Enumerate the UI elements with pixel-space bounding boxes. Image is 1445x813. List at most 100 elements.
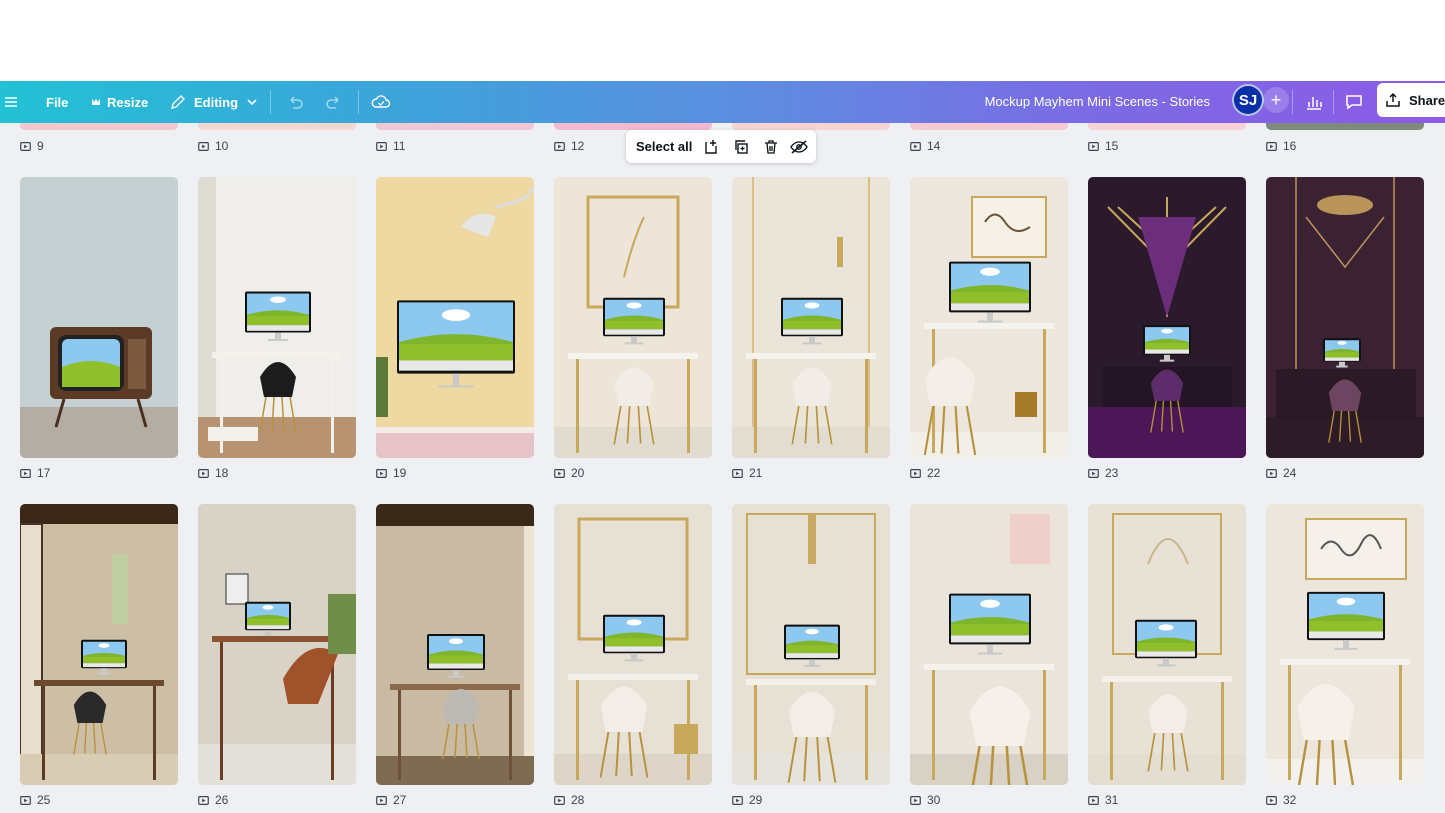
page-thumbnail[interactable] (1266, 504, 1424, 785)
page-thumbnail-edge[interactable] (1088, 123, 1246, 130)
page-number: 16 (1283, 139, 1297, 153)
page-number-label: 18 (198, 466, 228, 480)
scene-illustration (20, 177, 178, 458)
page-thumbnail[interactable] (376, 504, 534, 785)
page-thumbnail[interactable] (554, 177, 712, 458)
page-number: 12 (571, 139, 585, 153)
page-presenter-icon (20, 141, 31, 151)
scene-illustration (198, 177, 356, 458)
page-thumbnail-edge[interactable] (732, 123, 890, 130)
page-presenter-icon (554, 795, 565, 805)
page-number: 11 (393, 139, 406, 153)
comment-icon (1346, 95, 1362, 110)
scene-illustration (1266, 177, 1424, 458)
undo-button[interactable] (286, 81, 304, 123)
page-number-label: 19 (376, 466, 406, 480)
page-thumbnail[interactable] (1088, 504, 1246, 785)
page-thumbnail[interactable] (20, 504, 178, 785)
undo-icon (290, 96, 303, 109)
main-menu-button[interactable] (4, 81, 18, 123)
page-thumbnail-edge[interactable] (198, 123, 356, 130)
scene-illustration (198, 504, 356, 785)
scene-illustration (376, 177, 534, 458)
page-thumbnail[interactable] (732, 177, 890, 458)
add-collaborator-button[interactable]: + (1263, 87, 1289, 113)
page-thumbnail[interactable] (376, 177, 534, 458)
page-thumbnail[interactable] (198, 177, 356, 458)
cloud-save-status[interactable] (371, 81, 391, 123)
bar-chart-icon (1307, 97, 1322, 110)
page-number: 32 (1283, 793, 1297, 807)
page-presenter-icon (910, 795, 921, 805)
redo-button[interactable] (325, 81, 343, 123)
scene-illustration (554, 504, 712, 785)
selection-toolbar: Select all (626, 130, 816, 163)
comments-button[interactable] (1338, 86, 1370, 118)
page-presenter-icon (1088, 141, 1099, 151)
page-thumbnail[interactable] (554, 504, 712, 785)
page-thumbnail[interactable] (910, 504, 1068, 785)
select-all-button[interactable]: Select all (636, 130, 692, 163)
page-number: 20 (571, 466, 585, 480)
scene-illustration (910, 504, 1068, 785)
file-menu-button[interactable]: File (46, 81, 68, 123)
design-title[interactable]: Mockup Mayhem Mini Scenes - Stories (985, 81, 1210, 123)
page-number: 23 (1105, 466, 1119, 480)
page-number: 14 (927, 139, 941, 153)
page-number-label: 29 (732, 793, 762, 807)
insights-button[interactable] (1298, 86, 1330, 118)
avatar[interactable]: SJ (1232, 84, 1264, 116)
editing-mode-dropdown[interactable]: Editing (170, 81, 258, 123)
page-number: 22 (927, 466, 941, 480)
page-number: 26 (215, 793, 229, 807)
page-presenter-icon (1088, 795, 1099, 805)
resize-button[interactable]: Resize (91, 81, 148, 123)
page-presenter-icon (20, 795, 31, 805)
share-label: Share (1409, 92, 1445, 108)
page-thumbnail-edge[interactable] (1266, 123, 1424, 130)
page-thumbnail[interactable] (1088, 177, 1246, 458)
browser-blank-area (0, 0, 1445, 81)
editor-toolbar: File Resize Editing Mockup Mayhem Mini S… (0, 81, 1445, 123)
page-thumbnail-edge[interactable] (20, 123, 178, 130)
duplicate-page-button[interactable] (731, 137, 751, 157)
delete-page-button[interactable] (761, 137, 781, 157)
page-thumbnail[interactable] (20, 177, 178, 458)
hide-page-button[interactable] (789, 137, 809, 157)
page-number: 30 (927, 793, 941, 807)
page-number-label: 24 (1266, 466, 1296, 480)
page-thumbnail-edge[interactable] (376, 123, 534, 130)
page-presenter-icon (1266, 141, 1277, 151)
page-number: 25 (37, 793, 51, 807)
scene-illustration (554, 177, 712, 458)
cloud-check-icon (371, 95, 391, 108)
scene-illustration (20, 504, 178, 785)
redo-icon (326, 96, 339, 109)
page-number: 17 (37, 466, 51, 480)
page-number-label: 16 (1266, 139, 1296, 153)
page-thumbnail[interactable] (198, 504, 356, 785)
page-number-label: 11 (376, 139, 405, 153)
page-thumbnail[interactable] (1266, 177, 1424, 458)
scene-illustration (1088, 504, 1246, 785)
page-number: 28 (571, 793, 585, 807)
page-thumbnail-edge[interactable] (910, 123, 1068, 130)
duplicate-icon (735, 140, 748, 154)
trash-icon (765, 140, 777, 154)
page-thumbnail[interactable] (732, 504, 890, 785)
page-thumbnail[interactable] (910, 177, 1068, 458)
toolbar-divider (358, 90, 359, 114)
share-button[interactable]: Share (1377, 83, 1445, 117)
scene-illustration (732, 504, 890, 785)
page-number-label: 27 (376, 793, 406, 807)
page-presenter-icon (376, 141, 387, 151)
page-presenter-icon (376, 795, 387, 805)
page-presenter-icon (1088, 468, 1099, 478)
page-presenter-icon (554, 141, 565, 151)
add-page-button[interactable] (701, 137, 721, 157)
file-label: File (46, 94, 69, 110)
add-page-icon (705, 140, 717, 154)
page-thumbnail-edge[interactable] (554, 123, 712, 130)
scene-illustration (732, 177, 890, 458)
page-number-label: 31 (1088, 793, 1118, 807)
